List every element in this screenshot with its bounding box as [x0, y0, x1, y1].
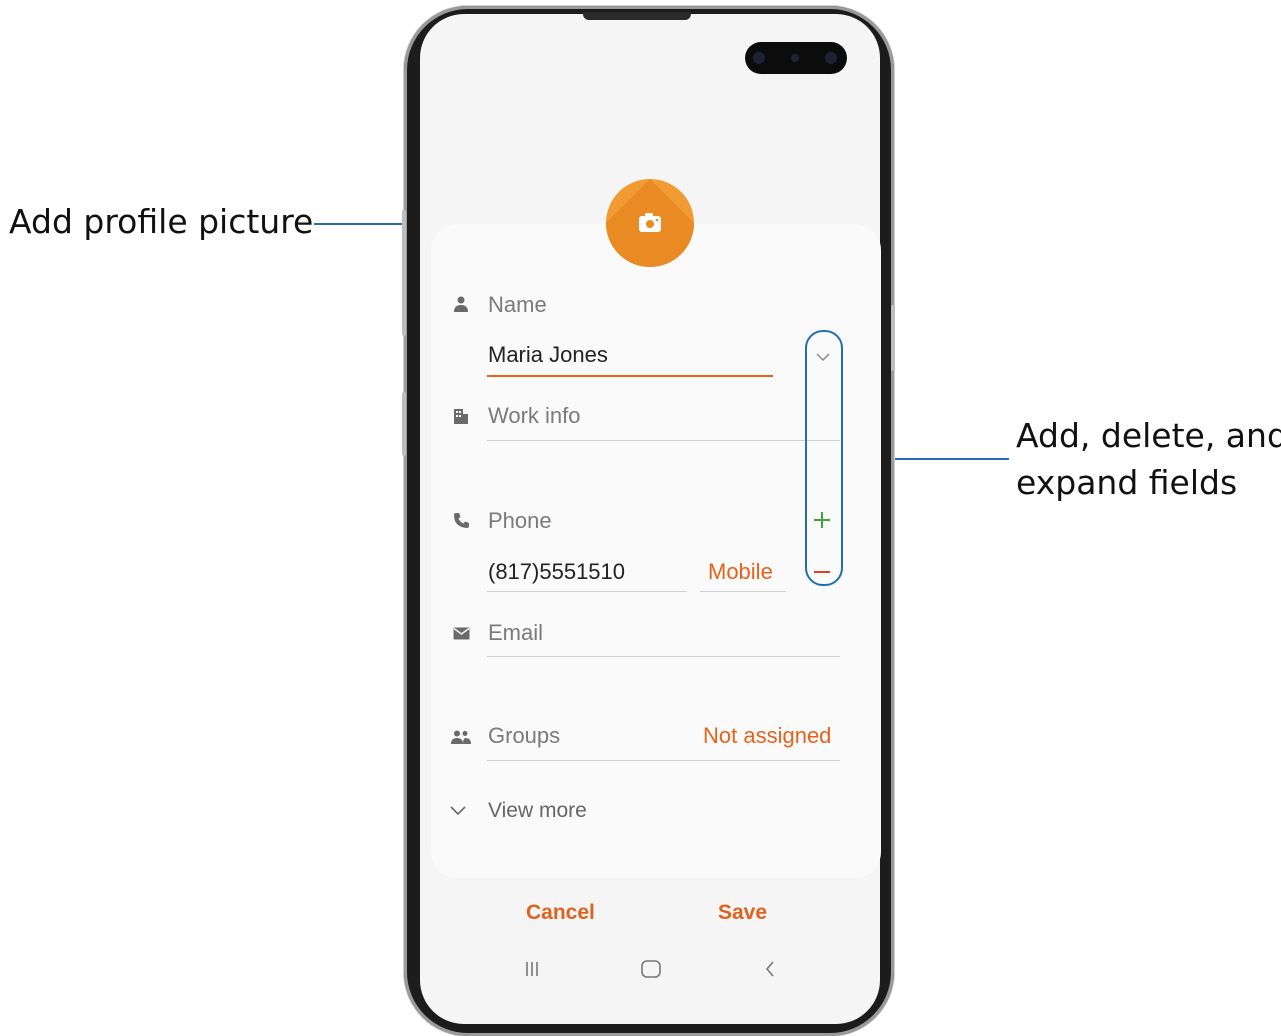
home-icon[interactable]: [641, 960, 661, 978]
camera-icon: [639, 213, 661, 232]
building-icon: [452, 407, 470, 425]
name-label: Name: [488, 292, 547, 317]
camera-lens-icon: [825, 52, 837, 64]
groups-underline: [487, 760, 840, 761]
groups-icon: [450, 728, 472, 746]
name-input[interactable]: Maria Jones: [488, 341, 608, 369]
name-input-underline: [487, 375, 773, 377]
camera-lens-icon: [753, 52, 765, 64]
phone-icon: [452, 511, 470, 529]
person-icon: [452, 295, 470, 313]
add-profile-picture-button[interactable]: [606, 179, 694, 267]
bixby-button: [402, 392, 406, 456]
front-camera-cutout: [745, 42, 847, 74]
phone-number-input[interactable]: (817)5551510: [488, 558, 625, 586]
groups-label: Groups: [488, 723, 561, 748]
work-info-underline: [487, 440, 840, 441]
cancel-button[interactable]: Cancel: [526, 900, 595, 926]
save-button[interactable]: Save: [718, 900, 767, 926]
phone-type-underline: [700, 591, 786, 592]
earpiece-speaker: [583, 12, 691, 20]
annotation-add-profile-picture: Add profile picture: [9, 202, 314, 241]
annotation-fields-line1: Add, delete, and: [1016, 416, 1281, 455]
volume-button: [402, 210, 406, 336]
power-button: [891, 305, 895, 371]
back-icon[interactable]: [765, 961, 775, 977]
email-field[interactable]: Email: [488, 619, 543, 647]
envelope-icon: [452, 624, 470, 642]
email-underline: [487, 656, 840, 657]
work-info-field[interactable]: Work info: [488, 402, 581, 430]
phone-number-underline: [487, 591, 687, 592]
phone-type-selector[interactable]: Mobile: [708, 558, 773, 586]
chevron-down-icon: [450, 806, 466, 815]
phone-label: Phone: [488, 508, 552, 533]
groups-selector[interactable]: Not assigned: [703, 722, 831, 750]
recent-apps-icon[interactable]: [525, 961, 539, 977]
view-more-button[interactable]: View more: [488, 797, 587, 825]
annotation-fields-line2: expand fields: [1016, 463, 1238, 502]
annotation-highlight-box: [805, 330, 843, 586]
camera-lens-icon: [791, 54, 799, 62]
